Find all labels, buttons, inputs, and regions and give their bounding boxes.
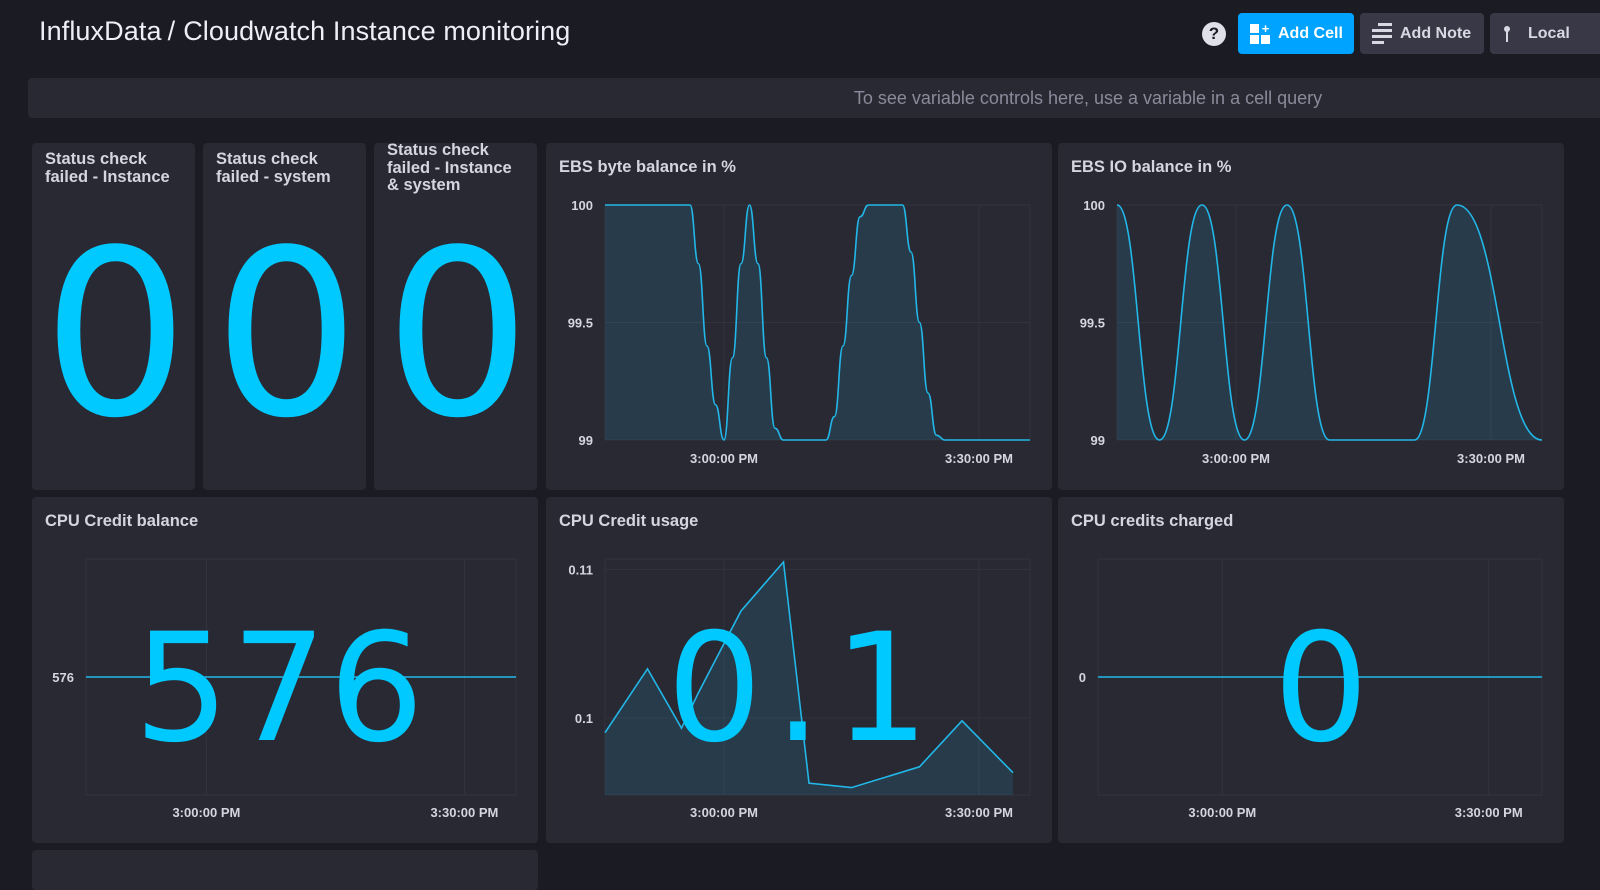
note-lines-icon <box>1372 23 1392 44</box>
cell-title: Status check failed - system <box>216 150 331 186</box>
cell-ebs-byte-balance[interactable]: EBS byte balance in % 3:00:00 PM 3:30:00 … <box>546 143 1052 490</box>
x-tick-label: 3:00:00 PM <box>1202 451 1270 466</box>
y-tick-label: 99.5 <box>568 316 593 331</box>
timezone-label: Local <box>1528 24 1570 42</box>
x-tick-label: 3:30:00 PM <box>1455 805 1523 820</box>
single-stat-value: 0 <box>213 202 359 469</box>
x-tick-label: 3:00:00 PM <box>690 451 758 466</box>
add-note-label: Add Note <box>1400 24 1472 42</box>
timezone-dropdown[interactable]: Local <box>1490 13 1600 54</box>
breadcrumb-org[interactable]: InfluxData <box>39 16 162 46</box>
add-cell-button[interactable]: + Add Cell <box>1238 13 1354 54</box>
toolbar: ? + Add Cell Add Note Local <box>1202 13 1600 54</box>
dashboard-name[interactable]: Cloudwatch Instance monitoring <box>183 16 570 46</box>
x-tick-label: 3:30:00 PM <box>945 805 1013 820</box>
breadcrumb-separator: / <box>167 16 176 46</box>
page-title: InfluxData / Cloudwatch Instance monitorin… <box>39 16 570 47</box>
add-note-button[interactable]: Add Note <box>1360 13 1484 54</box>
cell-partial-next-row[interactable] <box>32 850 538 890</box>
x-tick-label: 3:00:00 PM <box>690 805 758 820</box>
y-tick-label: 99.5 <box>1080 316 1105 331</box>
y-tick-label: 576 <box>52 670 74 685</box>
variables-empty-message: To see variable controls here, use a var… <box>853 87 1323 108</box>
y-tick-label: 0.1 <box>575 711 593 726</box>
cell-status-instance-system[interactable]: Status check failed - Instance & system … <box>374 143 537 490</box>
x-tick-label: 3:30:00 PM <box>945 451 1013 466</box>
series-area-fill <box>605 561 1013 795</box>
y-tick-label: 100 <box>1083 198 1105 213</box>
cpu-credits-charged-chart: 3:00:00 PM 3:30:00 PM 0 <box>1079 558 1543 820</box>
cell-status-system[interactable]: Status check failed - system 0 <box>203 143 366 490</box>
x-tick-label: 3:00:00 PM <box>1188 805 1256 820</box>
single-stat-value: 0 <box>384 202 530 469</box>
cell-cpu-credit-usage[interactable]: CPU Credit usage 3:00:00 PM 3:30:00 PM 0.1… <box>546 497 1052 843</box>
x-tick-label: 3:30:00 PM <box>1457 451 1525 466</box>
cell-title: Status check failed - Instance & system <box>387 143 512 194</box>
cell-ebs-io-balance[interactable]: EBS IO balance in % 3:00:00 PM 3:30:00 PM… <box>1058 143 1564 490</box>
variables-bar: To see variable controls here, use a var… <box>28 78 1600 118</box>
cell-cpu-credit-balance[interactable]: CPU Credit balance 3:00:00 PM 3:30:00 PM 5… <box>32 497 538 843</box>
y-tick-label: 100 <box>571 198 593 213</box>
cpu-credit-balance-chart: 3:00:00 PM 3:30:00 PM 576 <box>52 558 517 820</box>
question-circle-icon[interactable]: ? <box>1202 21 1226 46</box>
x-tick-label: 3:30:00 PM <box>430 805 498 820</box>
single-stat-value: 0 <box>42 202 188 469</box>
y-tick-label: 99 <box>1091 433 1105 448</box>
y-tick-label: 99 <box>579 433 593 448</box>
cell-cpu-credits-charged[interactable]: CPU credits charged 3:00:00 PM 3:30:00 PM… <box>1058 497 1564 843</box>
ebs-byte-chart: 3:00:00 PM 3:30:00 PM 100 99.5 99 <box>568 198 1031 466</box>
cell-status-instance[interactable]: Status check failed - Instance 0 <box>32 143 195 490</box>
pin-icon <box>1502 25 1512 42</box>
add-cell-grid-icon: + <box>1250 22 1270 44</box>
cell-title: Status check failed - Instance <box>45 150 170 186</box>
x-tick-label: 3:00:00 PM <box>172 805 240 820</box>
y-tick-label: 0 <box>1079 670 1086 685</box>
cpu-credit-usage-chart: 3:00:00 PM 3:30:00 PM 0.11 0.1 <box>568 558 1031 820</box>
y-tick-label: 0.11 <box>568 562 593 577</box>
ebs-io-chart: 3:00:00 PM 3:30:00 PM 100 99.5 99 <box>1080 198 1543 466</box>
add-cell-label: Add Cell <box>1278 24 1343 42</box>
